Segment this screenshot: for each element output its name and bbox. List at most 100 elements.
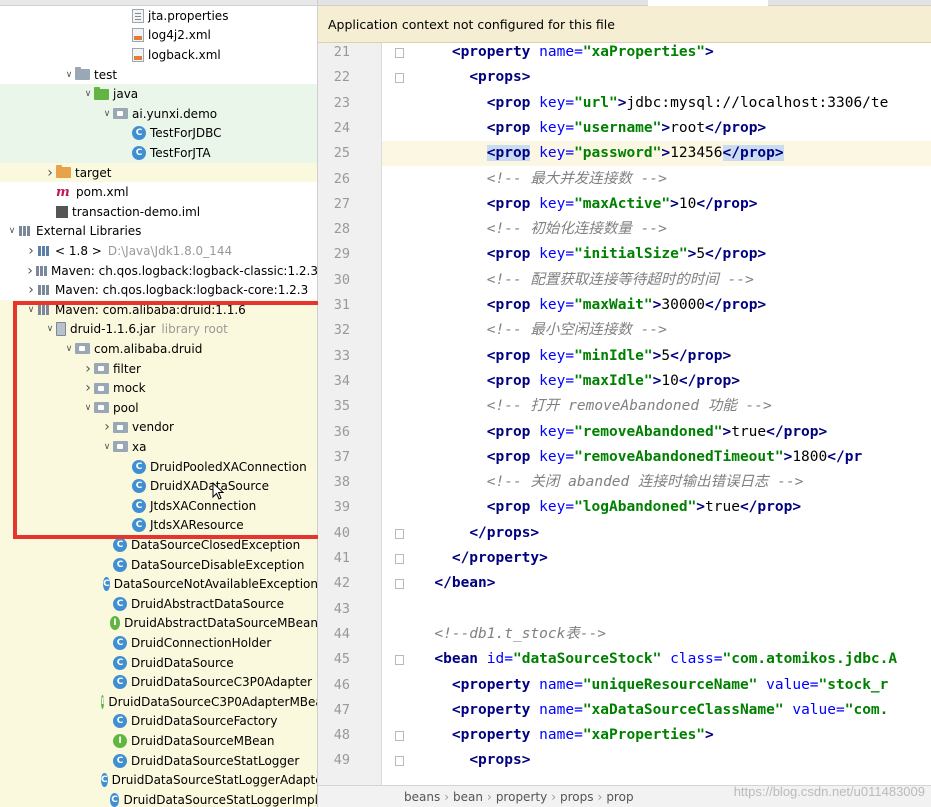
tree-item[interactable]: C DruidDataSourceStatLoggerImpl [0, 790, 317, 807]
class-icon: C [101, 773, 108, 788]
tree-item[interactable]: C DruidDataSourceC3P0Adapter [0, 672, 317, 692]
breadcrumb-item[interactable]: props [560, 790, 594, 804]
code-line[interactable]: <!-- 最大并发连接数 --> [382, 167, 931, 192]
chevron-down-icon[interactable]: ∨ [6, 226, 18, 236]
tree-item[interactable]: m pom.xml [0, 182, 317, 202]
tree-item[interactable]: ∨ druid-1.1.6.jar library root [0, 319, 317, 340]
chevron-right-icon[interactable]: › [25, 282, 37, 298]
tree-item[interactable]: C DataSourceNotAvailableException [0, 574, 317, 594]
tree-item[interactable]: C DruidPooledXAConnection [0, 456, 317, 477]
code-line[interactable]: <prop key="minIdle">5</prop> [382, 344, 931, 369]
code-token: key= [539, 145, 575, 162]
class-icon: C [132, 145, 146, 160]
code-line[interactable]: </bean> [382, 571, 931, 596]
tree-item[interactable]: C DruidDataSourceStatLoggerAdapter [0, 770, 317, 790]
chevron-down-icon[interactable]: ∨ [63, 70, 75, 80]
code-line[interactable]: <prop key="url">jdbc:mysql://localhost:3… [382, 91, 931, 116]
code-line[interactable]: </property> [382, 546, 931, 571]
chevron-right-icon[interactable]: › [82, 380, 94, 396]
chevron-down-icon[interactable]: ∨ [63, 344, 75, 354]
tree-item[interactable]: log4j2.xml [0, 26, 317, 46]
code-line[interactable]: <!-- 打开 removeAbandoned 功能 --> [382, 394, 931, 419]
interface-icon: I [113, 733, 127, 748]
code-line[interactable]: <prop key="maxIdle">10</prop> [382, 369, 931, 394]
code-line[interactable]: <props> [382, 65, 931, 90]
code-line[interactable]: <property name="xaProperties"> [382, 40, 931, 65]
code-line[interactable]: <property name="uniqueResourceName" valu… [382, 673, 931, 698]
code-line[interactable]: <property name="xaDataSourceClassName" v… [382, 698, 931, 723]
tree-item[interactable]: › Maven: ch.qos.logback:logback-core:1.2.… [0, 280, 317, 300]
tree-item[interactable]: › < 1.8 > D:\Java\Jdk1.8.0_144 [0, 241, 317, 261]
tree-item[interactable]: C DruidDataSourceFactory [0, 711, 317, 732]
tree-item[interactable]: ∨ java [0, 84, 317, 104]
line-number: 48 [333, 727, 350, 744]
tree-item[interactable]: › vendor [0, 417, 317, 438]
breadcrumb-item[interactable]: bean [453, 790, 483, 804]
code-line[interactable]: <prop key="removeAbandoned">true</prop> [382, 420, 931, 445]
tree-item[interactable]: C JtdsXAResource [0, 515, 317, 536]
line-number: 32 [333, 322, 350, 339]
tree-item[interactable]: C DataSourceDisableException [0, 554, 317, 575]
code-line[interactable]: <prop key="maxWait">30000</prop> [382, 293, 931, 318]
code-line[interactable]: <!-- 关闭 abanded 连接时输出错误日志 --> [382, 470, 931, 495]
breadcrumb-item[interactable]: prop [606, 790, 633, 804]
tree-item[interactable]: ∨ ai.yunxi.demo [0, 104, 317, 124]
class-icon: C [109, 792, 120, 807]
tree-item[interactable]: ∨ Maven: com.alibaba:druid:1.1.6 [0, 300, 317, 320]
code-line[interactable]: <!-- 最小空闲连接数 --> [382, 318, 931, 343]
tree-item[interactable]: › mock [0, 378, 317, 398]
tree-item[interactable]: logback.xml [0, 45, 317, 65]
code-line[interactable]: <bean id="dataSourceStock" class="com.at… [382, 647, 931, 672]
tree-item[interactable]: C TestForJDBC [0, 123, 317, 144]
tree-item[interactable]: C DruidDataSourceStatLogger [0, 750, 317, 771]
tree-item[interactable]: ∨ pool [0, 398, 317, 418]
code-line[interactable] [382, 597, 931, 622]
tree-item[interactable]: jta.properties [0, 6, 317, 26]
tree-item[interactable]: › Maven: ch.qos.logback:logback-classic:1… [0, 261, 317, 281]
chevron-right-icon[interactable]: › [82, 361, 94, 377]
tree-item[interactable]: C DruidDataSource [0, 652, 317, 673]
tree-item[interactable]: › target [0, 162, 317, 183]
tree-item[interactable]: ∨ com.alibaba.druid [0, 339, 317, 359]
code-line[interactable]: <!--db1.t_stock表--> [382, 622, 931, 647]
code-line[interactable]: </props> [382, 521, 931, 546]
tree-item[interactable]: C TestForJTA [0, 143, 317, 163]
tree-item[interactable]: I DruidAbstractDataSourceMBean [0, 613, 317, 634]
tree-item[interactable]: C DruidAbstractDataSource [0, 594, 317, 614]
chevron-down-icon[interactable]: ∨ [44, 324, 56, 334]
code-line[interactable]: <property name="xaProperties"> [382, 723, 931, 748]
chevron-right-icon[interactable]: › [44, 165, 56, 181]
code-line[interactable]: <prop key="password">123456</prop> [382, 141, 931, 167]
code-line[interactable]: <prop key="logAbandoned">true</prop> [382, 495, 931, 520]
chevron-down-icon[interactable]: ∨ [101, 109, 113, 119]
tree-item[interactable]: ∨ External Libraries [0, 222, 317, 242]
tree-item[interactable]: ∨ xa [0, 437, 317, 457]
tree-item[interactable]: I DruidDataSourceC3P0AdapterMBean [0, 692, 317, 712]
tree-item[interactable]: C DruidConnectionHolder [0, 633, 317, 653]
code-line[interactable]: <prop key="initialSize">5</prop> [382, 242, 931, 267]
tree-item[interactable]: C JtdsXAConnection [0, 496, 317, 516]
code-line[interactable]: <prop key="username">root</prop> [382, 116, 931, 141]
tree-item[interactable]: C DruidXADataSource [0, 476, 317, 496]
tree-item[interactable]: I DruidDataSourceMBean [0, 731, 317, 751]
breadcrumb-item[interactable]: beans [404, 790, 440, 804]
tree-item[interactable]: › filter [0, 358, 317, 379]
tree-item[interactable]: C DataSourceClosedException [0, 535, 317, 555]
chevron-right-icon[interactable]: › [25, 263, 35, 279]
code-line[interactable]: <prop key="maxActive">10</prop> [382, 192, 931, 217]
chevron-right-icon[interactable]: › [25, 243, 37, 259]
chevron-down-icon[interactable]: ∨ [25, 305, 37, 315]
code-line[interactable]: <!-- 配置获取连接等待超时的时间 --> [382, 268, 931, 293]
chevron-down-icon[interactable]: ∨ [101, 442, 113, 452]
tree-item[interactable]: transaction-demo.iml [0, 202, 317, 222]
code-line[interactable]: <!-- 初始化连接数量 --> [382, 217, 931, 242]
chevron-down-icon[interactable]: ∨ [82, 89, 94, 99]
chevron-down-icon[interactable]: ∨ [82, 403, 94, 413]
tree-item[interactable]: ∨ test [0, 65, 317, 85]
chevron-right-icon[interactable]: › [101, 419, 113, 435]
code-line[interactable]: <props> [382, 748, 931, 773]
breadcrumb-item[interactable]: property [496, 790, 547, 804]
tree-item-hint: library root [161, 322, 228, 337]
code-line[interactable]: <prop key="removeAbandonedTimeout">1800<… [382, 445, 931, 470]
